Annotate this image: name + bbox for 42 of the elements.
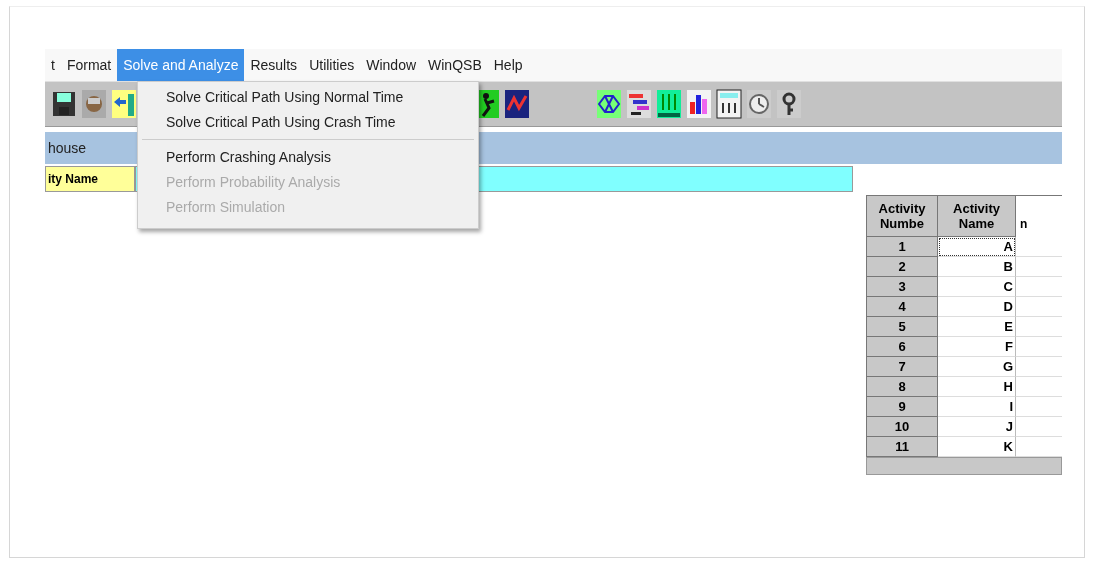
column-header-cell: ity Name — [45, 166, 135, 192]
row-number-cell: 1 — [866, 237, 938, 257]
menu-item[interactable]: Help — [487, 49, 529, 81]
row-number-cell: 10 — [866, 417, 938, 437]
row-number-cell: 3 — [866, 277, 938, 297]
row-number-cell: 7 — [866, 357, 938, 377]
row-number-cell: 4 — [866, 297, 938, 317]
column-header: Activity Numbe — [866, 195, 938, 237]
calc-icon[interactable] — [715, 88, 743, 120]
gantt-icon[interactable] — [625, 88, 653, 120]
menu-item[interactable]: t — [45, 49, 61, 81]
menu-entry[interactable]: Solve Critical Path Using Normal Time — [138, 85, 478, 110]
menu-entry[interactable]: Solve Critical Path Using Crash Time — [138, 110, 478, 135]
row-number-cell: 5 — [866, 317, 938, 337]
clock-icon[interactable] — [745, 88, 773, 120]
menu-item[interactable]: Results — [244, 49, 304, 81]
row-number-cell: 6 — [866, 337, 938, 357]
table-cell[interactable]: D — [938, 297, 1016, 317]
network-icon[interactable] — [595, 88, 623, 120]
table-cell[interactable]: K — [938, 437, 1016, 457]
menu-item[interactable]: WinQSB — [422, 49, 488, 81]
table-cell[interactable]: I — [938, 397, 1016, 417]
row-number-cell: 8 — [866, 377, 938, 397]
key-icon[interactable] — [775, 88, 803, 120]
grid-icon[interactable] — [655, 88, 683, 120]
menu-item[interactable]: Window — [360, 49, 423, 81]
table-cell[interactable]: B — [938, 257, 1016, 277]
menu-item[interactable]: Format — [60, 49, 118, 81]
table-cell[interactable]: G — [938, 357, 1016, 377]
menu-item[interactable]: Utilities — [303, 49, 361, 81]
table-cell[interactable]: J — [938, 417, 1016, 437]
table-cell[interactable]: H — [938, 377, 1016, 397]
row-number-cell: 9 — [866, 397, 938, 417]
table-cell[interactable]: A — [938, 237, 1016, 257]
wave-icon[interactable] — [503, 88, 531, 120]
table-cell[interactable]: F — [938, 337, 1016, 357]
row-number-cell: 11 — [866, 437, 938, 457]
table-cell[interactable]: E — [938, 317, 1016, 337]
table-cell[interactable]: C — [938, 277, 1016, 297]
bars-icon[interactable] — [685, 88, 713, 120]
column-header: Activity Name — [938, 195, 1016, 237]
row-number-cell: 2 — [866, 257, 938, 277]
